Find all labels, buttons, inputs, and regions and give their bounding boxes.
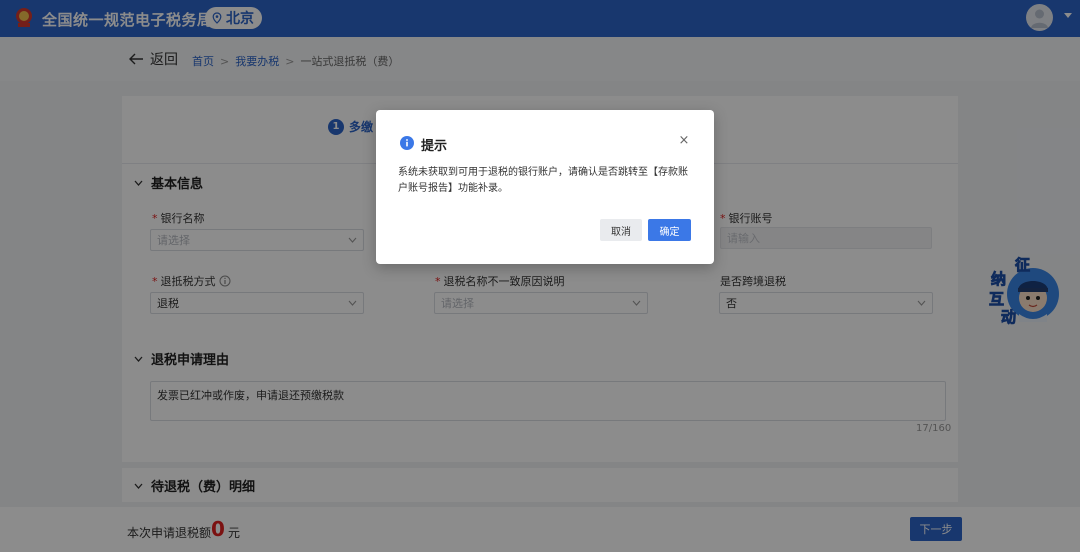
cancel-button[interactable]: 取消: [600, 219, 642, 241]
dialog-message: 系统未获取到可用于退税的银行账户，请确认是否跳转至【存款账户账号报告】功能补录。: [398, 167, 688, 194]
confirm-dialog: 提示 × 系统未获取到可用于退税的银行账户，请确认是否跳转至【存款账户账号报告】…: [376, 110, 714, 264]
confirm-button[interactable]: 确定: [648, 219, 691, 241]
info-circle-icon: [400, 136, 414, 150]
modal-backdrop[interactable]: [0, 0, 1080, 552]
dialog-title: 提示: [421, 139, 448, 154]
close-icon[interactable]: ×: [676, 133, 692, 149]
